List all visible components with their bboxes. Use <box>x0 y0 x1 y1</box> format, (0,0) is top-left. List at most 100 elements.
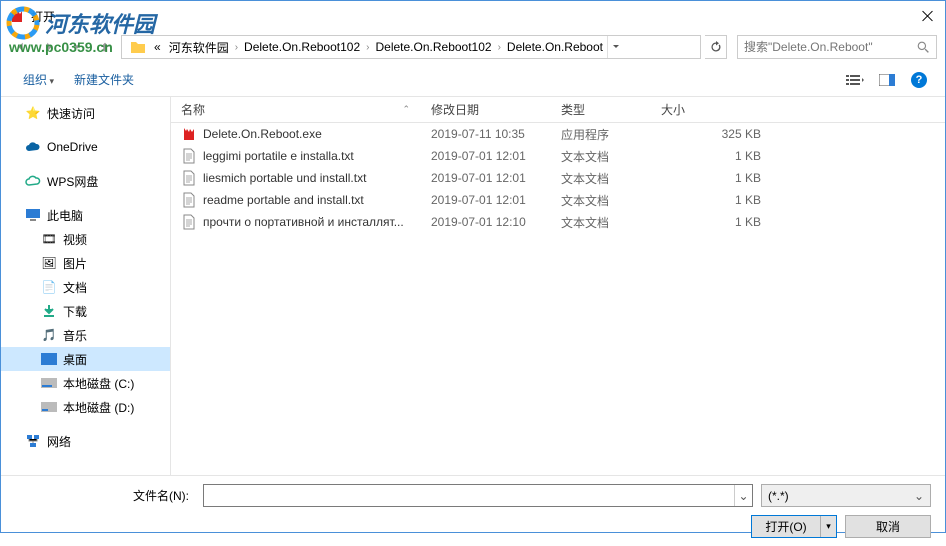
cancel-button[interactable]: 取消 <box>845 515 931 538</box>
desktop-icon <box>41 351 57 367</box>
file-size-cell: 1 KB <box>651 149 771 163</box>
bottom-bar: 文件名(N): ⌄ (*.*) ⌄ 打开(O) ▾ 取消 <box>1 475 945 546</box>
organize-button[interactable]: 组织 <box>13 67 64 92</box>
file-size-cell: 1 KB <box>651 193 771 207</box>
pc-icon <box>25 207 41 223</box>
sidebar-item-this-pc[interactable]: 此电脑 <box>1 203 170 227</box>
file-size-cell: 325 KB <box>651 127 771 141</box>
main-area: ⭐快速访问 OneDrive WPS网盘 此电脑 🎞视频 🖼图片 📄文档 下载 … <box>1 97 945 475</box>
filename-input[interactable] <box>204 489 734 503</box>
open-button[interactable]: 打开(O) ▾ <box>751 515 837 538</box>
sidebar-item-disk-d[interactable]: 本地磁盘 (D:) <box>1 395 170 419</box>
document-icon: 📄 <box>41 279 57 295</box>
disk-icon <box>41 399 57 415</box>
window-title: 打开 <box>31 8 55 25</box>
file-name-cell: leggimi portatile e installa.txt <box>171 148 421 164</box>
breadcrumb-prefix: « <box>150 40 165 54</box>
search-icon <box>917 41 930 54</box>
disk-icon <box>41 375 57 391</box>
cloud-icon <box>25 139 41 155</box>
sidebar-item-onedrive[interactable]: OneDrive <box>1 135 170 159</box>
open-dropdown[interactable]: ▾ <box>820 516 836 537</box>
file-size-cell: 1 KB <box>651 171 771 185</box>
file-name-cell: Delete.On.Reboot.exe <box>171 126 421 142</box>
file-type-cell: 文本文档 <box>551 148 651 165</box>
breadcrumb-item[interactable]: Delete.On.Reboot102 <box>371 40 495 54</box>
file-name-cell: liesmich portable und install.txt <box>171 170 421 186</box>
file-list: Delete.On.Reboot.exe2019-07-11 10:35应用程序… <box>171 123 945 233</box>
file-row[interactable]: Delete.On.Reboot.exe2019-07-11 10:35应用程序… <box>171 123 945 145</box>
column-date[interactable]: 修改日期 <box>421 97 551 122</box>
close-button[interactable] <box>919 7 937 25</box>
video-icon: 🎞 <box>41 231 57 247</box>
cloud-icon <box>25 173 41 189</box>
file-name-cell: прочти о портативной и инсталлят... <box>171 214 421 230</box>
file-date-cell: 2019-07-01 12:10 <box>421 215 551 229</box>
star-icon: ⭐ <box>25 105 41 121</box>
help-button[interactable]: ? <box>905 69 933 91</box>
sidebar-item-music[interactable]: 🎵音乐 <box>1 323 170 347</box>
sort-icon: ⌃ <box>402 104 410 115</box>
file-row[interactable]: liesmich portable und install.txt2019-07… <box>171 167 945 189</box>
sidebar-item-wps[interactable]: WPS网盘 <box>1 169 170 193</box>
chevron-right-icon: › <box>233 42 240 53</box>
file-type-cell: 文本文档 <box>551 192 651 209</box>
nav-row: « 河东软件园 › Delete.On.Reboot102 › Delete.O… <box>1 31 945 63</box>
column-size[interactable]: 大小 <box>651 97 771 122</box>
sidebar-item-video[interactable]: 🎞视频 <box>1 227 170 251</box>
search-box[interactable] <box>737 35 937 59</box>
new-folder-button[interactable]: 新建文件夹 <box>64 67 144 92</box>
file-date-cell: 2019-07-01 12:01 <box>421 149 551 163</box>
breadcrumb-bar[interactable]: « 河东软件园 › Delete.On.Reboot102 › Delete.O… <box>121 35 701 59</box>
sidebar-item-network[interactable]: 网络 <box>1 429 170 453</box>
view-options-button[interactable] <box>841 69 869 91</box>
file-row[interactable]: leggimi portatile e installa.txt2019-07-… <box>171 145 945 167</box>
file-row[interactable]: прочти о портативной и инсталлят...2019-… <box>171 211 945 233</box>
filename-dropdown[interactable]: ⌄ <box>734 485 752 506</box>
download-icon <box>41 303 57 319</box>
breadcrumb-dropdown[interactable] <box>607 36 625 58</box>
breadcrumb-item[interactable]: Delete.On.Reboot102 <box>240 40 364 54</box>
help-icon: ? <box>911 72 927 88</box>
file-pane: 名称⌃ 修改日期 类型 大小 Delete.On.Reboot.exe2019-… <box>171 97 945 475</box>
app-icon <box>9 8 25 24</box>
filename-label: 文件名(N): <box>15 487 195 504</box>
preview-pane-button[interactable] <box>873 69 901 91</box>
sidebar-item-quick-access[interactable]: ⭐快速访问 <box>1 101 170 125</box>
back-button[interactable] <box>9 35 33 59</box>
column-name[interactable]: 名称⌃ <box>171 97 421 122</box>
filter-combo[interactable]: (*.*) ⌄ <box>761 484 931 507</box>
file-date-cell: 2019-07-01 12:01 <box>421 193 551 207</box>
chevron-right-icon: › <box>364 42 371 53</box>
sidebar-item-documents[interactable]: 📄文档 <box>1 275 170 299</box>
sidebar-item-pictures[interactable]: 🖼图片 <box>1 251 170 275</box>
column-type[interactable]: 类型 <box>551 97 651 122</box>
file-type-cell: 应用程序 <box>551 126 651 143</box>
file-type-cell: 文本文档 <box>551 170 651 187</box>
file-type-cell: 文本文档 <box>551 214 651 231</box>
sidebar-item-downloads[interactable]: 下载 <box>1 299 170 323</box>
up-button[interactable] <box>93 35 117 59</box>
search-input[interactable] <box>744 40 917 54</box>
breadcrumb-item[interactable]: Delete.On.Reboot <box>503 40 607 54</box>
sidebar: ⭐快速访问 OneDrive WPS网盘 此电脑 🎞视频 🖼图片 📄文档 下载 … <box>1 97 171 475</box>
sidebar-item-disk-c[interactable]: 本地磁盘 (C:) <box>1 371 170 395</box>
filename-combo[interactable]: ⌄ <box>203 484 753 507</box>
file-row[interactable]: readme portable and install.txt2019-07-0… <box>171 189 945 211</box>
recent-button[interactable] <box>65 35 89 59</box>
title-bar: 打开 <box>1 1 945 31</box>
picture-icon: 🖼 <box>41 255 57 271</box>
folder-icon <box>130 40 146 54</box>
sidebar-item-desktop[interactable]: 桌面 <box>1 347 170 371</box>
toolbar: 组织 新建文件夹 ? <box>1 63 945 97</box>
file-name-cell: readme portable and install.txt <box>171 192 421 208</box>
forward-button[interactable] <box>37 35 61 59</box>
network-icon <box>25 433 41 449</box>
breadcrumb-item[interactable]: 河东软件园 <box>165 39 233 56</box>
refresh-button[interactable] <box>705 35 727 59</box>
filter-value: (*.*) <box>768 489 789 503</box>
chevron-right-icon: › <box>496 42 503 53</box>
file-date-cell: 2019-07-11 10:35 <box>421 127 551 141</box>
file-size-cell: 1 KB <box>651 215 771 229</box>
column-header: 名称⌃ 修改日期 类型 大小 <box>171 97 945 123</box>
